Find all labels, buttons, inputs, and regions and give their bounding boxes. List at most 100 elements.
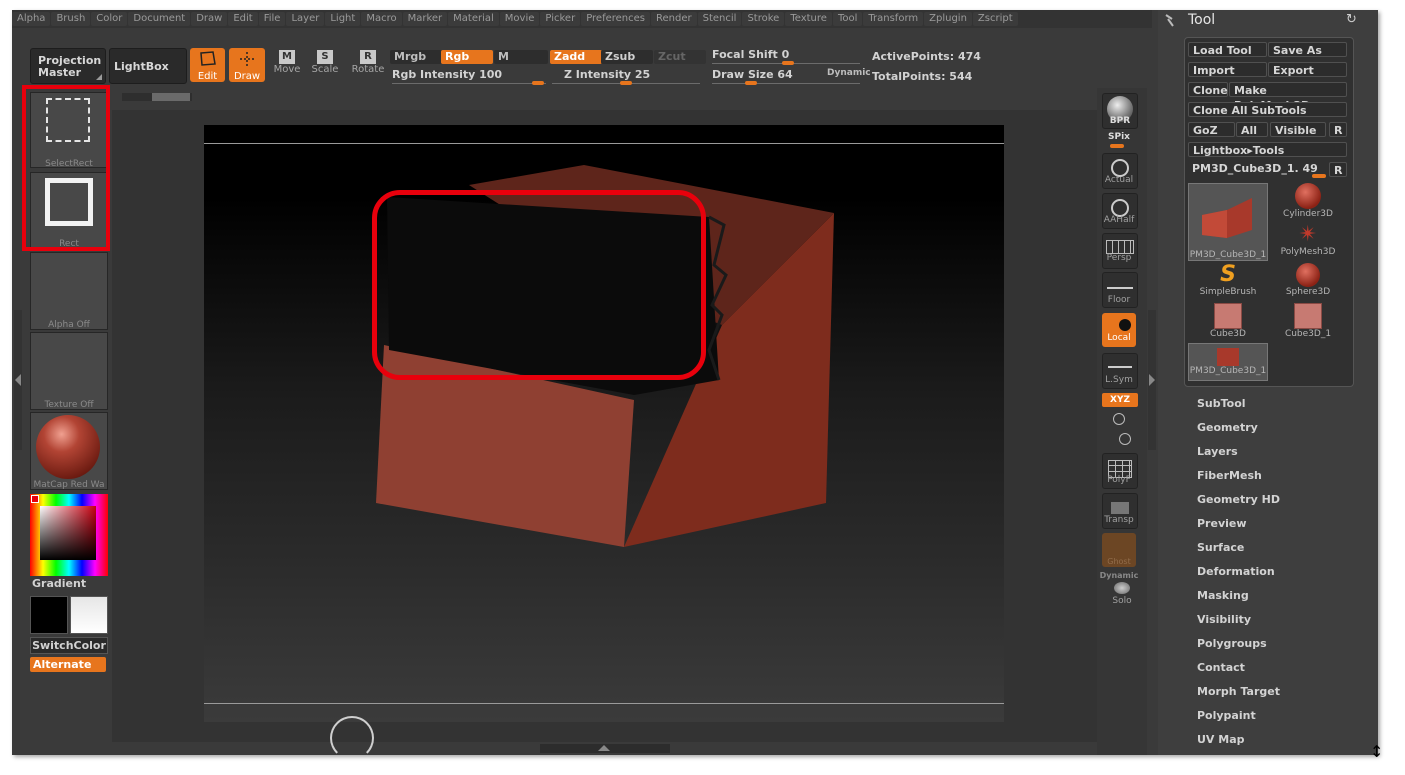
- menu-texture[interactable]: Texture: [785, 12, 832, 26]
- menu-transform[interactable]: Transform: [863, 12, 924, 26]
- subpalette-polygroups[interactable]: Polygroups: [1197, 637, 1267, 650]
- lightbox-tools-button[interactable]: Lightbox▸Tools: [1188, 142, 1347, 157]
- color-picker-square[interactable]: [40, 506, 96, 560]
- menu-tool[interactable]: Tool: [832, 12, 863, 26]
- make-polymesh-button[interactable]: Make PolyMesh3D: [1229, 82, 1347, 112]
- menu-layer[interactable]: Layer: [286, 12, 325, 26]
- zsub-button[interactable]: Zsub: [601, 50, 653, 64]
- bottom-tray-handle[interactable]: [540, 744, 670, 753]
- draw-size-track[interactable]: [712, 83, 860, 84]
- save-as-button[interactable]: Save As: [1268, 42, 1347, 57]
- menu-brush[interactable]: Brush: [51, 12, 91, 26]
- solo-label[interactable]: Solo: [1102, 596, 1142, 606]
- subpalette-masking[interactable]: Masking: [1197, 589, 1249, 602]
- alpha-button[interactable]: Alpha Off: [30, 252, 108, 330]
- subpalette-subtool[interactable]: SubTool: [1197, 397, 1246, 410]
- subpalette-preview[interactable]: Preview: [1197, 517, 1247, 530]
- zcut-button[interactable]: Zcut: [654, 50, 706, 64]
- menu-movie[interactable]: Movie: [499, 12, 540, 26]
- menu-macro[interactable]: Macro: [361, 12, 402, 26]
- focal-shift-knob[interactable]: [782, 61, 794, 65]
- subpalette-contact[interactable]: Contact: [1197, 661, 1245, 674]
- pin-icon[interactable]: [1164, 12, 1178, 27]
- spix-label[interactable]: SPix: [1099, 132, 1139, 142]
- menu-stroke[interactable]: Stroke: [742, 12, 785, 26]
- draw-size-knob[interactable]: [745, 81, 757, 85]
- menu-material[interactable]: Material: [448, 12, 499, 26]
- persp-button[interactable]: [1102, 233, 1138, 269]
- subpalette-visibility[interactable]: Visibility: [1197, 613, 1251, 626]
- shelf-scroll-thumb[interactable]: [152, 93, 190, 101]
- subpalette-deformation[interactable]: Deformation: [1197, 565, 1275, 578]
- zadd-button[interactable]: Zadd: [550, 50, 602, 64]
- menu-document[interactable]: Document: [128, 12, 191, 26]
- menu-color[interactable]: Color: [91, 12, 128, 26]
- main-color-swatch[interactable]: [30, 596, 68, 634]
- subpalette-geometry-hd[interactable]: Geometry HD: [1197, 493, 1280, 506]
- rgb-intensity-knob[interactable]: [532, 81, 544, 85]
- alternate-button[interactable]: Alternate: [30, 657, 106, 672]
- menu-render[interactable]: Render: [651, 12, 697, 26]
- menu-zplugin[interactable]: Zplugin: [924, 12, 972, 26]
- projection-master-button[interactable]: Projection Master: [30, 48, 106, 84]
- move-button[interactable]: M Move: [270, 50, 304, 82]
- menu-preferences[interactable]: Preferences: [581, 12, 651, 26]
- material-button[interactable]: MatCap Red Wa: [30, 412, 108, 490]
- gradient-label[interactable]: Gradient: [32, 577, 86, 590]
- left-tray-handle[interactable]: [14, 310, 22, 450]
- bpr-button[interactable]: BPR: [1102, 93, 1138, 129]
- subpalette-uv-map[interactable]: UV Map: [1197, 733, 1245, 746]
- color-picker-marker[interactable]: [31, 495, 39, 503]
- navigation-gizmo-icon[interactable]: [330, 716, 374, 755]
- import-button[interactable]: Import: [1188, 62, 1267, 77]
- spix-slider-knob[interactable]: [1110, 144, 1124, 148]
- tool-thumb-pm3d-cube[interactable]: PM3D_Cube3D_1: [1188, 183, 1268, 261]
- ghost-button[interactable]: Ghost: [1102, 533, 1136, 567]
- mrgb-button[interactable]: Mrgb: [390, 50, 442, 64]
- z-intensity-knob[interactable]: [620, 81, 632, 85]
- draw-button[interactable]: Draw: [229, 48, 265, 82]
- m-button[interactable]: M: [494, 50, 548, 64]
- all-button[interactable]: All: [1236, 122, 1268, 137]
- rgb-intensity-slider[interactable]: Rgb Intensity 100: [392, 68, 502, 81]
- tool-thumb-pm3d-cube-2[interactable]: PM3D_Cube3D_1: [1188, 343, 1268, 381]
- xyz-button[interactable]: XYZ: [1102, 393, 1138, 407]
- clone-button[interactable]: Clone: [1188, 82, 1228, 97]
- subpalette-morph-target[interactable]: Morph Target: [1197, 685, 1280, 698]
- tool-thumb-simplebrush[interactable]: S SimpleBrush: [1188, 263, 1268, 301]
- reset-icon[interactable]: ↻: [1346, 12, 1357, 27]
- goz-r-button[interactable]: R: [1329, 122, 1347, 137]
- tool-thumb-polymesh[interactable]: ✴ PolyMesh3D: [1268, 223, 1348, 261]
- menu-zscript[interactable]: Zscript: [972, 12, 1018, 26]
- load-tool-button[interactable]: Load Tool: [1188, 42, 1267, 57]
- subpalette-layers[interactable]: Layers: [1197, 445, 1238, 458]
- scale-button[interactable]: S Scale: [308, 50, 342, 82]
- tool-thumb-cube3d-1[interactable]: Cube3D_1: [1268, 303, 1348, 341]
- subpalette-surface[interactable]: Surface: [1197, 541, 1244, 554]
- right-tray-handle[interactable]: [1148, 310, 1156, 450]
- current-tool-knob[interactable]: [1312, 174, 1326, 178]
- texture-button[interactable]: Texture Off: [30, 332, 108, 410]
- edit-button[interactable]: Edit: [190, 48, 225, 82]
- tool-thumb-sphere[interactable]: Sphere3D: [1268, 263, 1348, 301]
- color-picker[interactable]: [30, 494, 108, 576]
- secondary-color-swatch[interactable]: [70, 596, 108, 634]
- rotate-y-icon[interactable]: [1113, 413, 1125, 425]
- menu-picker[interactable]: Picker: [540, 12, 581, 26]
- menu-edit[interactable]: Edit: [228, 12, 258, 26]
- z-intensity-slider[interactable]: Z Intensity 25: [564, 68, 650, 81]
- document-canvas[interactable]: [204, 125, 1004, 722]
- subpalette-geometry[interactable]: Geometry: [1197, 421, 1258, 434]
- rgb-button[interactable]: Rgb: [441, 50, 493, 64]
- tool-thumb-cube3d[interactable]: Cube3D: [1188, 303, 1268, 341]
- menu-file[interactable]: File: [258, 12, 286, 26]
- menu-alpha[interactable]: Alpha: [12, 12, 51, 26]
- goz-button[interactable]: GoZ: [1188, 122, 1235, 137]
- draw-size-slider[interactable]: Draw Size 64: [712, 68, 793, 81]
- menu-light[interactable]: Light: [325, 12, 361, 26]
- tool-thumb-cylinder[interactable]: Cylinder3D: [1268, 183, 1348, 221]
- solo-icon[interactable]: [1114, 582, 1130, 594]
- tool-r-button[interactable]: R: [1329, 162, 1347, 177]
- menu-draw[interactable]: Draw: [191, 12, 228, 26]
- lightbox-button[interactable]: LightBox: [109, 48, 187, 84]
